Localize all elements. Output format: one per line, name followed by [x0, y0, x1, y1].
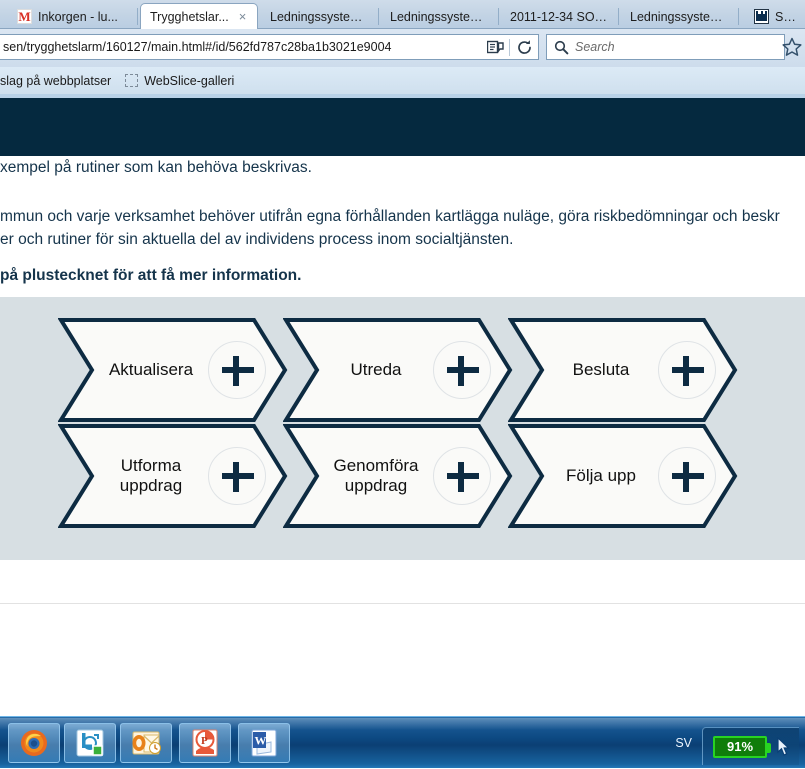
cursor-icon [775, 736, 793, 757]
browser-tab[interactable]: Svensk [745, 4, 805, 29]
webslice-icon [125, 74, 139, 87]
search-box[interactable]: Search [546, 34, 785, 60]
battery-indicator[interactable]: 91% [713, 735, 771, 758]
browser-tab[interactable]: Ledningssystem f... [621, 4, 739, 29]
paragraph: mmun och varje verksamhet behöver utifrå… [0, 208, 780, 225]
navigation-toolbar: sen/trygghetslarm/160127/main.html#/id/5… [0, 29, 805, 67]
site-header-band [0, 98, 805, 156]
process-row-2: Utforma uppdrag Genomföra uppdrag Följa … [0, 423, 805, 529]
plus-icon[interactable] [658, 447, 716, 505]
star-icon[interactable] [781, 36, 803, 58]
paragraph-instruction: på plustecknet för att få mer informatio… [0, 267, 302, 284]
gmail-icon [17, 9, 32, 24]
process-row-1: Aktualisera Utreda Besluta [0, 317, 805, 423]
process-step-utforma-uppdrag[interactable]: Utforma uppdrag [58, 423, 288, 529]
process-step-genomfora-uppdrag[interactable]: Genomföra uppdrag [283, 423, 513, 529]
step-label: Aktualisera [108, 359, 194, 379]
step-label: Besluta [572, 359, 630, 379]
step-label: Genomföra uppdrag [333, 455, 419, 495]
process-step-aktualisera[interactable]: Aktualisera [58, 317, 288, 423]
page-content: xempel på rutiner som kan behöva beskriv… [0, 94, 805, 716]
address-bar[interactable]: sen/trygghetslarm/160127/main.html#/id/5… [0, 34, 539, 60]
refresh-icon[interactable] [510, 35, 538, 59]
browser-tab[interactable]: 2011-12-34 SOSF... [501, 4, 619, 29]
process-step-besluta[interactable]: Besluta [508, 317, 738, 423]
browser-window: Inkorgen - lu... Trygghetslar... × Ledni… [0, 0, 805, 716]
content-divider [0, 603, 805, 604]
browser-tab-active[interactable]: Trygghetslar... × [140, 3, 258, 29]
taskbar-outlook-icon[interactable] [120, 723, 172, 763]
tab-divider [498, 8, 499, 25]
tab-label: Ledningssystem f... [390, 9, 490, 24]
bookmark-label: slag på webbplatser [0, 73, 112, 88]
taskbar-powerpoint-icon[interactable]: P [179, 723, 231, 763]
battery-level: 91% [726, 739, 754, 754]
browser-tab[interactable]: Inkorgen - lu... [8, 4, 138, 29]
plus-icon[interactable] [208, 447, 266, 505]
address-input[interactable]: sen/trygghetslarm/160127/main.html#/id/5… [0, 40, 481, 54]
reader-mode-icon[interactable] [481, 35, 509, 59]
close-icon[interactable]: × [239, 10, 247, 23]
tray-box: 91% [702, 727, 799, 765]
tab-label: Trygghetslar... [150, 9, 229, 24]
tab-label: Ledningssystem f... [270, 9, 370, 24]
bookmark-item[interactable]: slag på webbplatser [0, 74, 111, 88]
tab-divider [378, 8, 379, 25]
bookmark-label: WebSlice-galleri [144, 73, 235, 88]
browser-tab[interactable]: Ledningssystem f... [381, 4, 499, 29]
tab-divider [137, 8, 138, 25]
taskbar-word-icon[interactable]: W [238, 723, 290, 763]
step-label: Utforma uppdrag [119, 455, 183, 495]
tab-label: Svensk [775, 9, 798, 24]
taskbar-app-list: P W [8, 723, 290, 763]
tab-divider [618, 8, 619, 25]
svg-text:W: W [255, 734, 267, 748]
tab-strip: Inkorgen - lu... Trygghetslar... × Ledni… [0, 0, 805, 29]
bookmark-item[interactable]: WebSlice-galleri [125, 74, 234, 88]
language-indicator[interactable]: SV [675, 736, 692, 750]
tab-label: Inkorgen - lu... [38, 9, 118, 24]
search-icon [547, 35, 575, 59]
tab-label: Ledningssystem f... [630, 9, 730, 24]
taskbar-lync-icon[interactable] [64, 723, 116, 763]
process-step-utreda[interactable]: Utreda [283, 317, 513, 423]
crown-icon [754, 9, 769, 24]
windows-taskbar: P W SV 91% [0, 716, 805, 768]
plus-icon[interactable] [208, 341, 266, 399]
svg-text:P: P [201, 735, 208, 747]
tab-label: 2011-12-34 SOSF... [510, 9, 610, 24]
process-step-folja-upp[interactable]: Följa upp [508, 423, 738, 529]
plus-icon[interactable] [433, 341, 491, 399]
process-diagram: Aktualisera Utreda Besluta Utforma uppdr… [0, 297, 805, 560]
step-label: Följa upp [566, 465, 636, 485]
taskbar-firefox-icon[interactable] [8, 723, 60, 763]
system-tray: SV 91% [675, 717, 805, 769]
tab-divider [738, 8, 739, 25]
plus-icon[interactable] [433, 447, 491, 505]
browser-tab[interactable]: Ledningssystem f... [261, 4, 379, 29]
search-input[interactable]: Search [575, 40, 615, 54]
paragraph: xempel på rutiner som kan behöva beskriv… [0, 159, 312, 176]
plus-icon[interactable] [658, 341, 716, 399]
paragraph: er och rutiner för sin aktuella del av i… [0, 231, 514, 248]
step-label: Utreda [350, 359, 402, 379]
bookmarks-bar: slag på webbplatser WebSlice-galleri [0, 67, 805, 94]
